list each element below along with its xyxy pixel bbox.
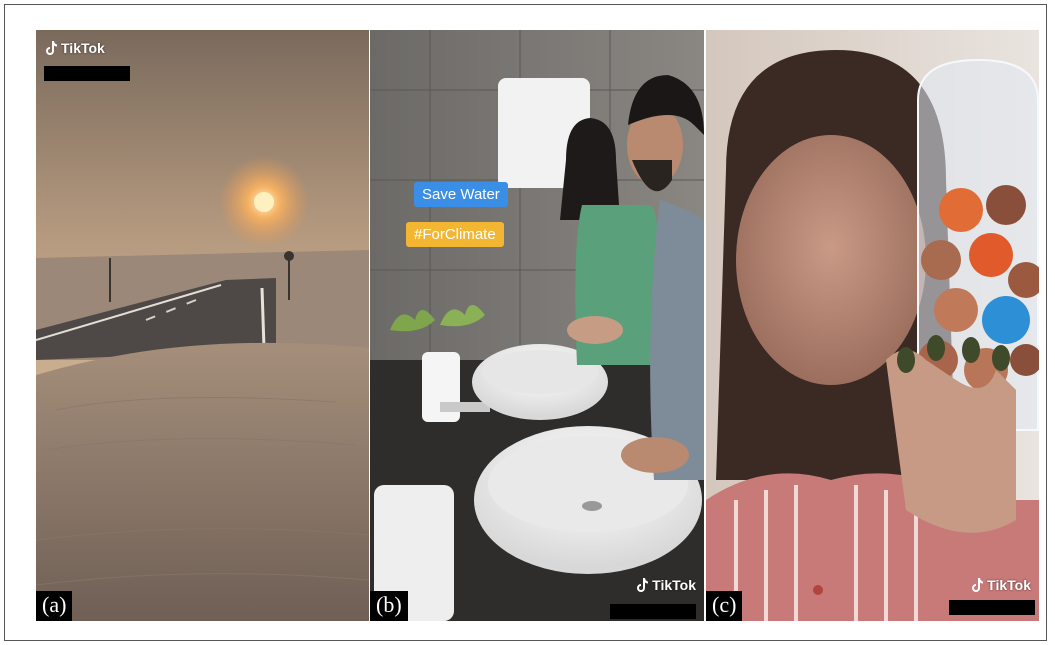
redaction-bar — [949, 600, 1035, 615]
panel-a-desert-road: TikTok (a) — [36, 30, 369, 621]
tiktok-wordmark: TikTok — [987, 577, 1031, 593]
tiktok-wordmark: TikTok — [652, 577, 696, 593]
panel-label-b: (b) — [370, 591, 408, 621]
bottle-caps-scene-image — [706, 30, 1039, 621]
tiktok-watermark: TikTok — [44, 40, 105, 56]
tiktok-logo-icon — [637, 578, 649, 592]
sticker-for-climate: #ForClimate — [406, 222, 504, 247]
desert-scene-image — [36, 30, 369, 621]
tiktok-watermark: TikTok — [970, 577, 1031, 593]
tiktok-logo-icon — [972, 578, 984, 592]
panel-label-a: (a) — [36, 591, 73, 621]
tiktok-logo-icon — [46, 41, 57, 55]
tiktok-watermark: TikTok — [635, 577, 696, 593]
sticker-save-water: Save Water — [414, 182, 508, 207]
redaction-bar — [44, 66, 130, 81]
tiktok-wordmark: TikTok — [61, 40, 105, 56]
panel-c-bottle-caps: TikTok (c) — [706, 30, 1039, 621]
panel-label-c: (c) — [706, 591, 743, 621]
panel-b-save-water: Save Water #ForClimate TikTok (b) — [370, 30, 704, 621]
redaction-bar — [610, 604, 696, 619]
bathroom-scene-image — [370, 30, 704, 621]
